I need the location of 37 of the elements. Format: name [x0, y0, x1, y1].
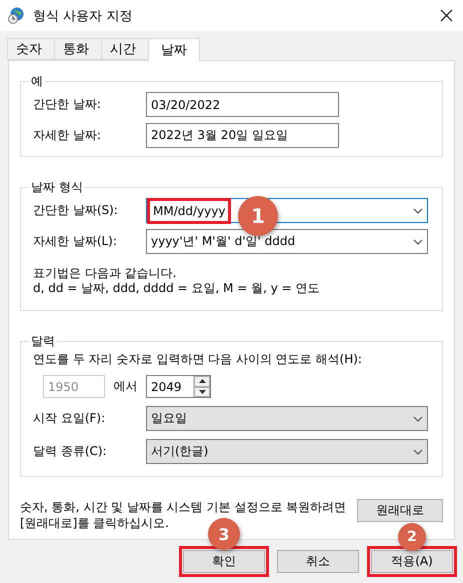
field-label: 간단한 날짜(S): — [33, 202, 119, 219]
tab[interactable]: 통화 — [54, 38, 102, 60]
two-digit-year-label: 연도를 두 자리 숫자로 입력하면 다음 사이의 연도로 해석(H): — [33, 352, 363, 367]
tab[interactable]: 시간 — [101, 38, 149, 60]
range-connector: 에서 — [112, 378, 138, 395]
field-label: 달력 종류(C): — [33, 443, 108, 460]
window-title: 형식 사용자 지정 — [33, 8, 134, 24]
chevron-down-icon — [413, 448, 423, 454]
chevron-down-icon — [413, 238, 423, 244]
spin-down-icon[interactable] — [194, 386, 210, 397]
dialog-button[interactable]: 적용(A) — [371, 550, 453, 573]
format-dropdown[interactable]: yyyy'년' M'월' d'일' dddd — [146, 229, 428, 254]
chevron-down-icon — [413, 416, 423, 422]
reset-button[interactable]: 원래대로 — [357, 499, 443, 522]
tab[interactable]: 숫자 — [7, 38, 55, 60]
example-field: 2022년 3월 20일 일요일 — [146, 123, 339, 148]
field-label: 자세한 날짜(L): — [33, 233, 118, 250]
field-label: 시작 요일(F): — [33, 410, 106, 427]
example-field: 03/20/2022 — [146, 92, 339, 117]
group-title: 예 — [30, 73, 44, 90]
tab[interactable]: 날짜 — [148, 38, 200, 61]
format-dropdown[interactable]: 일요일 — [146, 406, 428, 431]
group-title: 달력 — [30, 333, 56, 350]
format-dropdown[interactable]: 서기(한글) — [146, 439, 428, 464]
highlight-box: MM/dd/yyyy — [147, 198, 232, 224]
field-label: 자세한 날짜: — [33, 127, 102, 144]
dialog-button[interactable]: 확인 — [183, 550, 265, 573]
field-label: 간단한 날짜: — [33, 96, 102, 113]
group-title: 날짜 형식 — [30, 179, 84, 196]
spin-up-icon[interactable] — [194, 376, 210, 386]
close-icon[interactable] — [440, 9, 453, 22]
chevron-down-icon — [413, 208, 423, 214]
globe-clock-icon — [8, 7, 25, 24]
dialog-button[interactable]: 취소 — [277, 550, 359, 573]
end-year-spinner[interactable]: 2049 — [146, 375, 211, 398]
notation-note: d, dd = 날짜, ddd, dddd = 요일, M = 월, y = 연도 — [33, 281, 321, 296]
notation-note: 표기법은 다음과 같습니다. — [33, 266, 178, 281]
